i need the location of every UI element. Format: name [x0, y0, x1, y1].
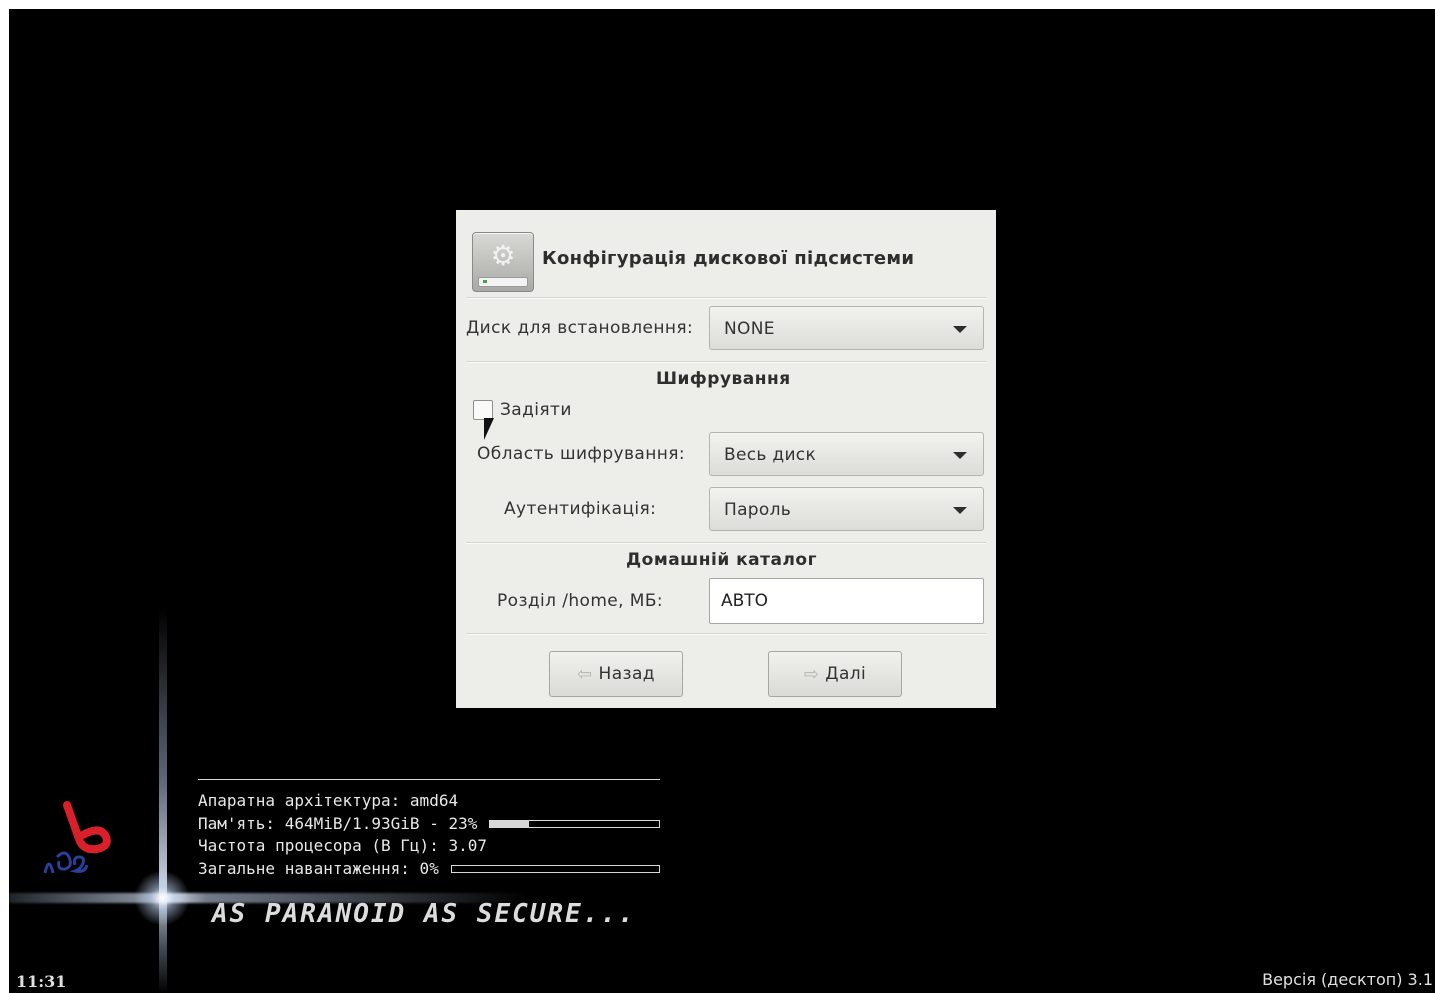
cpu-row: Частота процесора (В Гц): 3.07 [198, 835, 660, 858]
dropdown-arrow-icon [953, 507, 967, 514]
dialog-header: ⚙ Конфігурація дискової підсистеми [470, 230, 986, 298]
system-info-panel: Апаратна архітектура: amd64 Пам'ять: 464… [198, 779, 660, 880]
disk-separator [466, 361, 986, 363]
disk-select[interactable]: NONE [709, 306, 984, 350]
drive-bar-decoration [478, 277, 528, 287]
arrow-right-icon: ⇨ [803, 663, 820, 685]
clock: 11:31 [16, 972, 67, 991]
next-button[interactable]: ⇨ Далі [768, 651, 902, 697]
auth-select[interactable]: Пароль [709, 487, 984, 531]
auth-label: Аутентифікація: [504, 499, 657, 519]
header-separator [466, 297, 986, 299]
disk-settings-icon: ⚙ [472, 232, 534, 292]
encryption-area-value: Весь диск [724, 445, 817, 465]
enable-encryption-checkbox[interactable] [473, 400, 493, 420]
dropdown-arrow-icon [953, 326, 967, 333]
memory-row: Пам'ять: 464MiB/1.93GiB - 23% [198, 813, 660, 836]
arch-text: Апаратна архітектура: amd64 [198, 791, 459, 810]
back-button-label: Назад [598, 664, 655, 684]
load-progress-bar [450, 864, 660, 873]
load-row: Загальне навантаження: 0% [198, 858, 660, 881]
arrow-left-icon: ⇦ [577, 663, 593, 685]
encryption-area-label: Область шифрування: [477, 444, 686, 464]
sparkle-core-decoration [133, 871, 191, 925]
memory-text: Пам'ять: 464MiB/1.93GiB - 23% [198, 813, 478, 833]
mouse-cursor-icon [484, 418, 494, 440]
load-text: Загальне навантаження: 0% [198, 858, 439, 878]
memory-progress-bar [489, 819, 660, 828]
cpu-text: Частота процесора (В Гц): 3.07 [198, 836, 487, 855]
version-label: Версія (десктоп) 3.1 [1262, 970, 1433, 989]
home-separator [466, 633, 986, 635]
encryption-separator [466, 542, 986, 544]
auth-select-value: Пароль [724, 500, 792, 520]
system-info-divider [198, 779, 660, 780]
home-size-label: Розділ /home, МБ: [497, 591, 664, 611]
disk-label: Диск для встановлення: [466, 318, 694, 338]
home-section-title: Домашній каталог [626, 550, 817, 570]
disk-select-value: NONE [724, 319, 775, 339]
home-size-input[interactable] [721, 591, 971, 611]
home-size-field[interactable] [709, 578, 984, 624]
next-button-label: Далі [825, 664, 867, 684]
encryption-section-title: Шифрування [656, 369, 791, 389]
back-button[interactable]: ⇦ Назад [549, 651, 683, 697]
dropdown-arrow-icon [953, 452, 967, 459]
dialog-title: Конфігурація дискової підсистеми [542, 248, 915, 269]
sparkle-vertical-decoration [159, 609, 167, 993]
enable-encryption-label[interactable]: Задіяти [500, 400, 572, 420]
desktop-background: Апаратна архітектура: amd64 Пам'ять: 464… [9, 9, 1435, 993]
bos-logo [43, 801, 111, 874]
arch-row: Апаратна архітектура: amd64 [198, 790, 660, 813]
disk-config-dialog: ⚙ Конфігурація дискової підсистеми Диск … [456, 210, 996, 708]
encryption-area-select[interactable]: Весь диск [709, 432, 984, 476]
slogan-text: AS PARANOID AS SECURE... [212, 899, 636, 929]
memory-progress-fill [490, 820, 530, 827]
gear-icon: ⚙ [490, 239, 516, 272]
